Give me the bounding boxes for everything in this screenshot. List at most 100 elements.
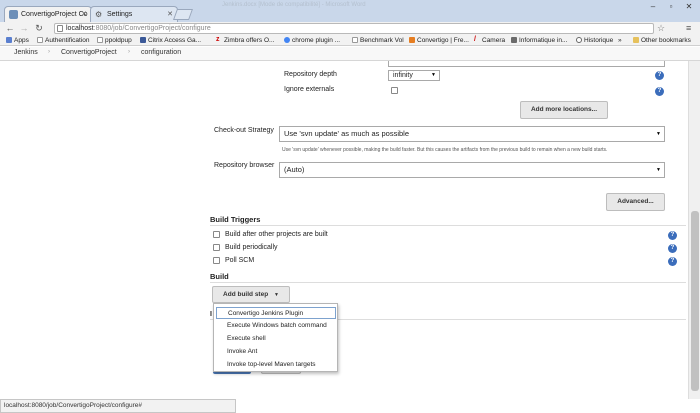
browser-toolbar: ← → ↻ localhost:8080/job/ConvertigoProje…: [0, 22, 700, 35]
back-arrow-icon[interactable]: ←: [4, 23, 16, 34]
breadcrumb: Jenkins › ConvertigoProject › configurat…: [0, 47, 700, 61]
poll-scm-checkbox[interactable]: [213, 257, 220, 264]
checkout-strategy-hint: Use 'svn update' whenever possible, maki…: [282, 147, 608, 153]
scrollbar-thumb[interactable]: [691, 211, 699, 391]
breadcrumb-jenkins[interactable]: Jenkins: [14, 49, 38, 56]
breadcrumb-configuration[interactable]: configuration: [141, 49, 181, 56]
poll-scm-label: Poll SCM: [225, 257, 255, 264]
url-host: localhost: [66, 25, 94, 32]
breadcrumb-project[interactable]: ConvertigoProject: [61, 49, 117, 56]
build-triggers-title: Build Triggers: [210, 215, 261, 224]
ignore-externals-checkbox[interactable]: [391, 87, 398, 94]
menu-item-invoke-maven[interactable]: Invoke top-level Maven targets: [216, 359, 336, 371]
maximize-icon[interactable]: ▫: [662, 0, 680, 14]
tab-convertigo-project[interactable]: ConvertigoProject Co ✕: [4, 6, 92, 22]
bookmark-label: Historique: [584, 37, 614, 44]
add-build-step-button[interactable]: Add build step ▼: [212, 286, 290, 303]
other-bookmarks-label: Other bookmarks: [641, 37, 691, 44]
dropdown-arrow-icon: ▼: [656, 167, 661, 173]
checkout-strategy-label: Check-out Strategy: [214, 127, 274, 134]
dropdown-arrow-icon: ▼: [431, 72, 436, 78]
help-icon[interactable]: ?: [668, 257, 677, 266]
page-icon: [57, 25, 63, 32]
page-icon: [37, 37, 43, 43]
bookmark-label: Apps: [14, 37, 29, 44]
jenkins-favicon-icon: [9, 10, 18, 19]
build-periodically-label: Build periodically: [225, 244, 278, 251]
bookmark-benchmark[interactable]: Benchmark Vol: [352, 36, 404, 45]
repository-depth-select[interactable]: infinity ▼: [388, 70, 440, 81]
build-after-other-projects-checkbox[interactable]: [213, 231, 220, 238]
other-bookmarks[interactable]: Other bookmarks: [633, 36, 691, 45]
tab-settings[interactable]: ⚙ Settings ✕: [90, 6, 178, 22]
folder-icon: [633, 37, 639, 43]
bookmark-ppoldpup[interactable]: ppoldpup: [97, 36, 132, 45]
build-after-other-projects-label: Build after other projects are built: [225, 231, 328, 238]
repository-browser-select[interactable]: (Auto) ▼: [279, 162, 665, 178]
bookmark-apps[interactable]: Apps: [6, 36, 29, 45]
bookmark-label: ppoldpup: [105, 37, 132, 44]
bookmark-star-icon[interactable]: ☆: [657, 23, 665, 34]
build-periodically-checkbox[interactable]: [213, 244, 220, 251]
configuration-form: Repository depth infinity ▼ ? Ignore ext…: [0, 61, 688, 399]
advanced-button[interactable]: Advanced...: [606, 193, 665, 211]
dropdown-arrow-icon: ▼: [656, 131, 661, 137]
build-title: Build: [210, 272, 229, 281]
menu-icon[interactable]: ≡: [686, 23, 691, 33]
vertical-scrollbar[interactable]: [688, 61, 700, 399]
clock-icon: [576, 37, 582, 43]
menu-item-execute-shell[interactable]: Execute shell: [216, 333, 336, 345]
repository-url-field[interactable]: [388, 61, 665, 67]
help-icon[interactable]: ?: [668, 231, 677, 240]
forward-arrow-icon[interactable]: →: [18, 23, 30, 34]
close-tab-icon[interactable]: ✕: [81, 7, 87, 22]
bookmark-label: Zimbra offers O...: [224, 37, 275, 44]
page-icon: [511, 37, 517, 43]
menu-item-convertigo-jenkins-plugin[interactable]: Convertigo Jenkins Plugin: [216, 307, 336, 319]
ignore-externals-label: Ignore externals: [284, 86, 335, 93]
minimize-icon[interactable]: –: [644, 0, 662, 14]
new-tab-button[interactable]: [172, 9, 194, 20]
bookmark-zimbra[interactable]: z Zimbra offers O...: [216, 36, 274, 45]
bookmarks-overflow-button[interactable]: »: [618, 36, 622, 45]
address-bar[interactable]: localhost:8080/job/ConvertigoProject/con…: [54, 23, 654, 34]
checkout-strategy-select[interactable]: Use 'svn update' as much as possible ▼: [279, 126, 665, 142]
repository-depth-label: Repository depth: [284, 71, 337, 78]
bookmark-chrome-plugin[interactable]: chrome plugin ...: [284, 36, 340, 45]
bookmark-label: chrome plugin ...: [292, 37, 341, 44]
help-icon[interactable]: ?: [668, 244, 677, 253]
status-bar: localhost:8080/job/ConvertigoProject/con…: [0, 399, 236, 413]
bookmark-citrix[interactable]: Citrix Access Ga...: [140, 36, 201, 45]
add-more-locations-button[interactable]: Add more locations...: [520, 101, 608, 119]
menu-item-invoke-ant[interactable]: Invoke Ant: [216, 346, 336, 358]
bookmarks-bar: Apps Authentification ppoldpup Citrix Ac…: [0, 35, 700, 46]
status-bar-filler: [236, 399, 700, 413]
gear-icon: ⚙: [95, 10, 103, 19]
google-icon: [284, 37, 290, 43]
reload-icon[interactable]: ↻: [33, 23, 45, 34]
repository-browser-label: Repository browser: [214, 162, 275, 169]
close-window-icon[interactable]: ✕: [680, 0, 698, 14]
bookmark-informatique[interactable]: Informatique in...: [511, 36, 567, 45]
help-icon[interactable]: ?: [655, 71, 664, 80]
bookmark-historique[interactable]: Historique: [576, 36, 613, 45]
page-icon: [352, 37, 358, 43]
menu-item-execute-windows-batch[interactable]: Execute Windows batch command: [216, 320, 336, 332]
chevron-right-icon: ›: [128, 49, 130, 55]
bookmark-camera[interactable]: / Camera: [474, 36, 505, 45]
zimbra-icon: z: [216, 36, 220, 43]
bookmark-label: Benchmark Vol: [360, 37, 404, 44]
bookmark-convertigo[interactable]: Convertigo | Fre...: [409, 36, 469, 45]
bookmark-authentification[interactable]: Authentification: [37, 36, 89, 45]
dropdown-arrow-icon: ▼: [274, 292, 279, 298]
repository-browser-value: (Auto): [284, 165, 305, 174]
build-step-menu: Convertigo Jenkins Plugin Execute Window…: [213, 303, 338, 372]
convertigo-icon: [409, 37, 415, 43]
chevron-right-icon: ›: [48, 49, 50, 55]
bookmark-label: Citrix Access Ga...: [148, 37, 202, 44]
help-icon[interactable]: ?: [655, 87, 664, 96]
citrix-icon: [140, 37, 146, 43]
tab-title: ConvertigoProject Co: [21, 11, 88, 18]
bookmark-label: Informatique in...: [519, 37, 568, 44]
post-build-title-fragment: I: [210, 311, 212, 318]
